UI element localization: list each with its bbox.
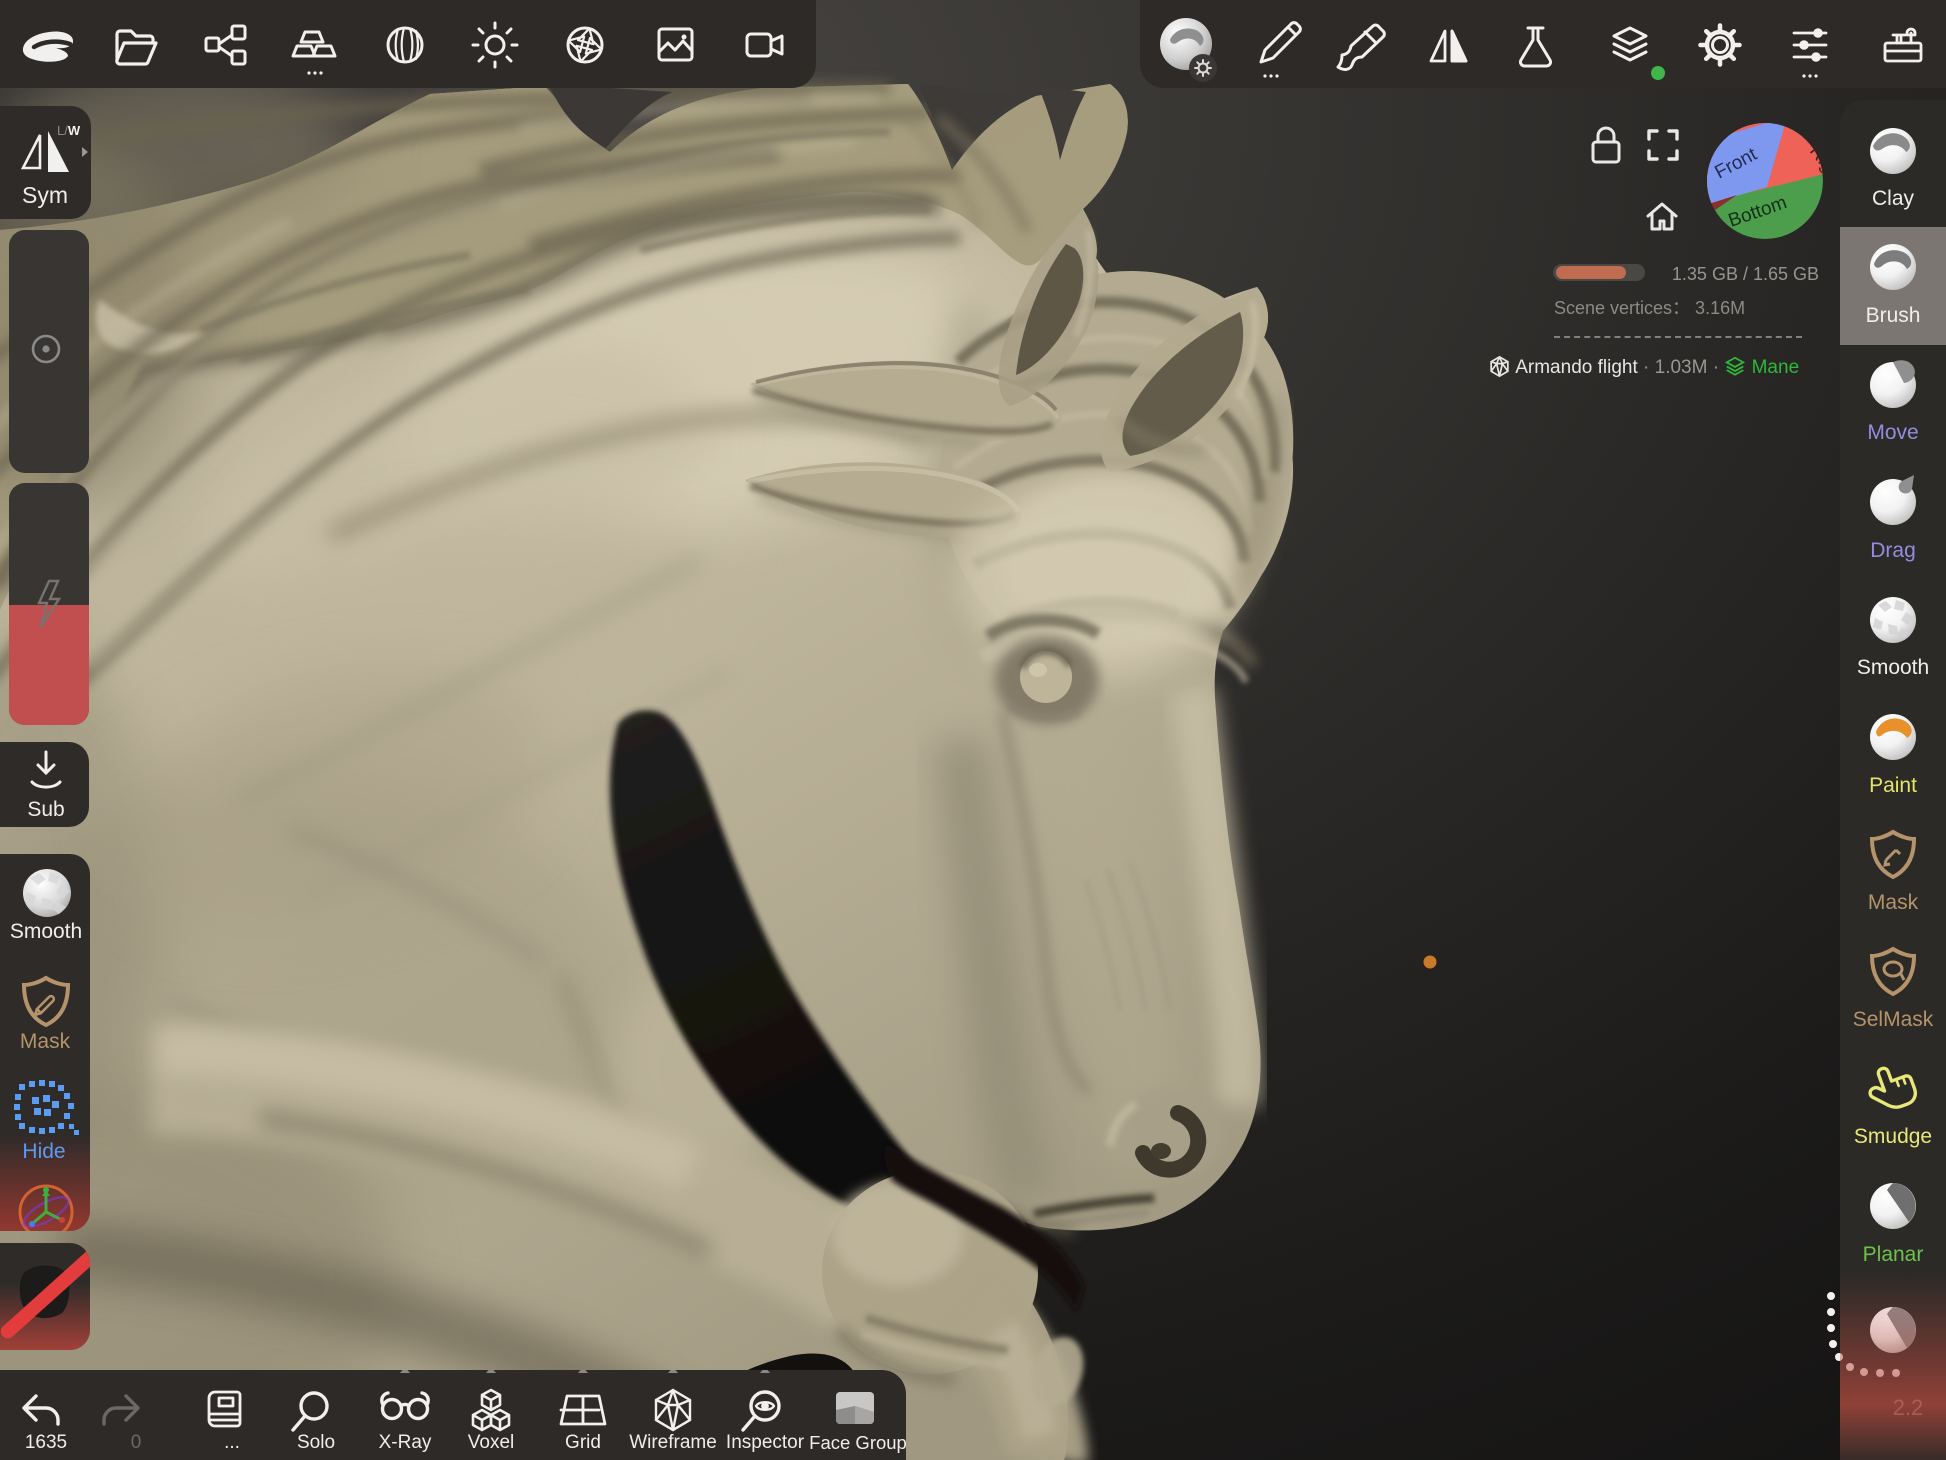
svg-text:L/W: L/W bbox=[57, 123, 81, 138]
